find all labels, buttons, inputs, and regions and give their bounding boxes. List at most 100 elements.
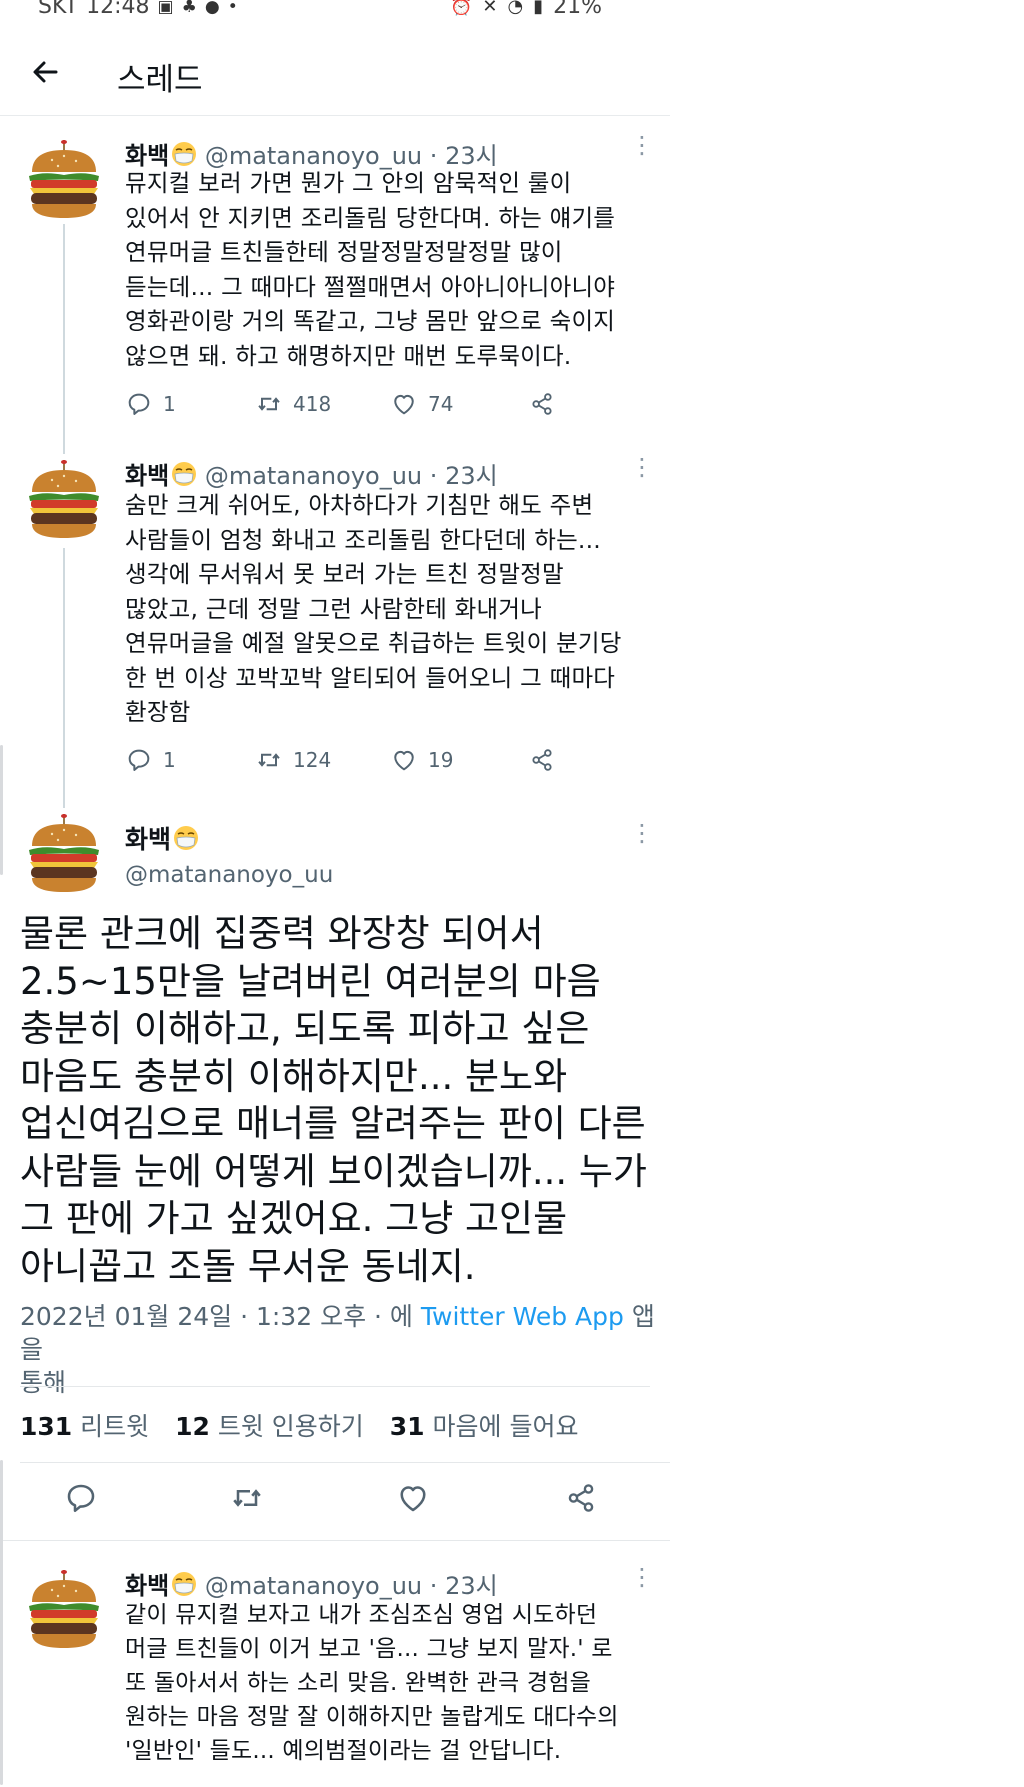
tweet-time[interactable]: 23시 xyxy=(445,462,498,490)
avatar[interactable] xyxy=(24,1568,104,1652)
scroll-indicator xyxy=(0,1460,3,1785)
alarm-icon: ⏰ xyxy=(450,0,473,17)
share-icon xyxy=(563,1480,599,1516)
thread-connector xyxy=(63,548,65,808)
separator-dot: · xyxy=(429,462,438,490)
carrier-label: SKT xyxy=(38,0,79,19)
face-mask-emoji xyxy=(171,461,197,487)
tweet-actions: 1 124 19 xyxy=(125,746,575,776)
avatar[interactable] xyxy=(24,138,104,222)
face-mask-emoji xyxy=(173,825,199,851)
speech-bubble-icon xyxy=(125,390,153,418)
retweet-button[interactable]: 418 xyxy=(255,390,331,418)
retweet-icon xyxy=(229,1480,265,1516)
speech-bubble-icon xyxy=(63,1480,99,1516)
display-name[interactable]: 화백 xyxy=(125,1572,169,1600)
dot-icon: • xyxy=(227,0,238,17)
retweets-count: 131 xyxy=(20,1412,73,1441)
tweet-stats: 131 리트윗 12 트윗 인용하기 31 마음에 들어요 xyxy=(20,1407,578,1443)
like-button[interactable] xyxy=(395,1480,435,1520)
avatar[interactable] xyxy=(24,458,104,542)
user-handle[interactable]: @matananoyo_uu xyxy=(205,1572,422,1600)
tweet-meta: 2022년 01월 24일 · 1:32 오후 · 에 Twitter Web … xyxy=(20,1300,660,1399)
face-mask-emoji xyxy=(171,1571,197,1597)
wifi-icon: ◔ xyxy=(507,0,524,17)
retweet-count: 124 xyxy=(293,748,332,772)
like-count: 74 xyxy=(428,392,454,416)
gallery-icon: ▣ xyxy=(157,0,174,17)
share-icon xyxy=(528,746,556,774)
scroll-indicator xyxy=(0,745,3,875)
status-left: SKT 12:48 ▣ ♣ ● • xyxy=(38,0,238,19)
battery-label: 21% xyxy=(553,0,603,19)
more-vertical-icon[interactable]: ⋮ xyxy=(630,455,654,479)
reply-button[interactable] xyxy=(63,1480,103,1520)
thread-header: 스레드 xyxy=(0,40,670,112)
main-tweet-text: 물론 관크에 집중력 와장창 되어서 2.5~15만을 날려버린 여러분의 마음… xyxy=(20,912,647,1288)
back-button[interactable] xyxy=(26,52,66,92)
reply-button[interactable]: 1 xyxy=(125,390,176,418)
quotes-count: 12 xyxy=(175,1412,210,1441)
main-tweet-actions xyxy=(0,1480,670,1520)
tweet-text: 숨만 크게 쉬어도, 아차하다가 기침만 해도 주변 사람들이 엄청 화내고 조… xyxy=(125,491,622,726)
face-mask-emoji xyxy=(171,141,197,167)
retweet-button[interactable] xyxy=(229,1480,269,1520)
main-author-name[interactable]: 화백 xyxy=(125,820,199,856)
actions-divider xyxy=(0,1540,670,1541)
stats-divider-bottom xyxy=(20,1462,670,1463)
tweet-header: 화백 @matananoyo_uu · 23시 xyxy=(125,1566,498,1601)
heart-icon xyxy=(390,390,418,418)
retweets-stat[interactable]: 131 리트윗 xyxy=(20,1412,149,1441)
tweet-text: 뮤지컬 보러 가면 뭔가 그 안의 암묵적인 룰이 있어서 안 지키면 조리돌림… xyxy=(125,169,616,370)
retweet-icon xyxy=(255,390,283,418)
display-name[interactable]: 화백 xyxy=(125,825,171,854)
like-count: 19 xyxy=(428,748,454,772)
quotes-label: 트윗 인용하기 xyxy=(217,1412,364,1441)
likes-label: 마음에 들어요 xyxy=(432,1412,579,1441)
likes-stat[interactable]: 31 마음에 들어요 xyxy=(390,1412,579,1441)
notification-icon: ♣ xyxy=(181,0,197,17)
user-handle[interactable]: @matananoyo_uu xyxy=(125,862,333,888)
thread-connector xyxy=(63,224,65,454)
clock: 12:48 xyxy=(86,0,150,19)
signal-icon: ▮ xyxy=(533,0,544,17)
tweet-actions: 1 418 74 xyxy=(125,390,575,420)
tweet-date: 2022년 01월 24일 · 1:32 오후 · 에 xyxy=(20,1302,413,1331)
source-suffix-2: 통해 xyxy=(20,1368,67,1397)
retweets-label: 리트윗 xyxy=(80,1412,150,1441)
share-button[interactable] xyxy=(528,390,556,418)
more-vertical-icon[interactable]: ⋮ xyxy=(630,1565,654,1589)
tweet-time[interactable]: 23시 xyxy=(445,1572,498,1600)
reply-count: 1 xyxy=(163,748,176,772)
retweet-count: 418 xyxy=(293,392,332,416)
speech-bubble-icon xyxy=(125,746,153,774)
status-bar: SKT 12:48 ▣ ♣ ● • ⏰ ✕ ◔ ▮ 21% xyxy=(0,0,1024,22)
reply-count: 1 xyxy=(163,392,176,416)
mute-icon: ✕ xyxy=(482,0,498,17)
more-vertical-icon[interactable]: ⋮ xyxy=(630,133,654,157)
talk-icon: ● xyxy=(204,0,220,17)
reply-button[interactable]: 1 xyxy=(125,746,176,774)
avatar[interactable] xyxy=(24,812,104,896)
share-icon xyxy=(528,390,556,418)
quotes-stat[interactable]: 12 트윗 인용하기 xyxy=(175,1412,364,1441)
arrow-left-icon xyxy=(33,61,58,83)
header-divider xyxy=(0,115,670,116)
share-button[interactable] xyxy=(563,1480,603,1520)
retweet-button[interactable]: 124 xyxy=(255,746,331,774)
like-button[interactable]: 19 xyxy=(390,746,453,774)
source-link[interactable]: Twitter Web App xyxy=(421,1302,624,1331)
tweet-header: 화백 @matananoyo_uu · 23시 xyxy=(125,456,498,491)
like-button[interactable]: 74 xyxy=(390,390,453,418)
user-handle[interactable]: @matananoyo_uu xyxy=(205,462,422,490)
status-right: ⏰ ✕ ◔ ▮ 21% xyxy=(450,0,602,19)
share-button[interactable] xyxy=(528,746,556,774)
more-vertical-icon[interactable]: ⋮ xyxy=(630,821,654,845)
heart-icon xyxy=(390,746,418,774)
retweet-icon xyxy=(255,746,283,774)
separator-dot: · xyxy=(429,1572,438,1600)
display-name[interactable]: 화백 xyxy=(125,462,169,490)
likes-count: 31 xyxy=(389,1412,425,1441)
stats-divider-top xyxy=(20,1386,650,1387)
page-title: 스레드 xyxy=(117,62,203,98)
